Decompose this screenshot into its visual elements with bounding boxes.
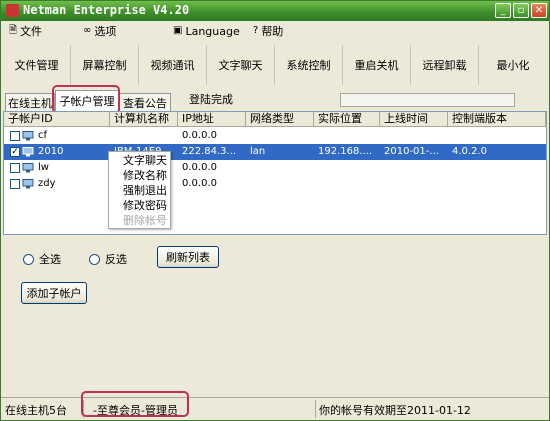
tab-online-hosts[interactable]: 在线主机 [5,93,55,111]
col-sub-id[interactable]: 子帐户ID [4,112,110,127]
menu-language-label: Language [185,24,240,38]
minimize-app-button[interactable]: 最小化 [479,45,547,85]
computer-icon [22,163,34,173]
select-all-label: 全选 [39,253,61,266]
sub-account-table: 子帐户ID 计算机名称 IP地址 网络类型 实际位置 上线时间 控制端版本 cf… [3,111,547,235]
col-computer-name[interactable]: 计算机名称 [110,112,178,127]
text-chat-button[interactable]: 文字聊天 [207,45,275,85]
cell-network-type: lan [250,146,266,157]
restore-button[interactable]: ▫ [513,3,529,18]
menu-bar: 🗎 文件 ∞ 选项 ▣ Language ? 帮助 [1,21,549,41]
highlight-box-tab [52,85,120,114]
ctx-rename[interactable]: 修改名称 [109,168,170,183]
radio-circle [23,253,34,265]
table-header: 子帐户ID 计算机名称 IP地址 网络类型 实际位置 上线时间 控制端版本 [4,112,546,127]
table-row[interactable]: zdy 0.0.0.0 [4,176,546,192]
col-client-version[interactable]: 控制端版本 [448,112,546,127]
menu-options-label: 选项 [94,25,117,38]
account-expiry: 你的帐号有效期至2011-01-12 [319,404,471,417]
cell-ip: 0.0.0.0 [182,162,217,173]
menu-language[interactable]: ▣ Language [173,23,240,39]
tab-announcements[interactable]: 查看公告 [119,93,171,111]
cell-client-version: 4.0.2.0 [452,146,487,157]
row-checkbox[interactable]: ✓ [10,147,20,157]
login-status: 登陆完成 [189,93,233,106]
ctx-change-password[interactable]: 修改密码 [109,198,170,213]
help-icon: ? [253,25,259,36]
ctx-delete-account: 删除帐号 [123,214,167,227]
screen-control-button[interactable]: 屏幕控制 [71,45,139,85]
row-checkbox[interactable] [10,163,20,173]
app-icon [6,4,19,17]
row-checkbox[interactable] [10,131,20,141]
minimize-button[interactable]: _ [495,3,511,18]
ctx-text-chat[interactable]: 文字聊天 [109,153,170,168]
system-control-button[interactable]: 系统控制 [275,45,343,85]
computer-icon [22,179,34,189]
menu-help-label: 帮助 [261,25,284,38]
glasses-icon: ∞ [83,25,92,36]
progress-bar [340,93,515,107]
cell-ip: 0.0.0.0 [182,130,217,141]
status-divider [315,400,316,418]
menu-file[interactable]: 🗎 文件 [9,23,42,39]
remote-uninstall-button[interactable]: 远程卸载 [411,45,479,85]
cell-ip: 0.0.0.0 [182,178,217,189]
table-row[interactable]: ✓ 2010 IBM-14E9... 222.84.3... lan 192.1… [4,144,546,160]
cell-online-time: 2010-01-... [384,146,439,157]
row-checkbox[interactable] [10,179,20,189]
refresh-list-button[interactable]: 刷新列表 [157,246,219,268]
invert-selection-radio[interactable]: 反选 [89,251,127,267]
invert-label: 反选 [105,253,127,266]
col-online-time[interactable]: 上线时间 [380,112,448,127]
col-network-type[interactable]: 网络类型 [246,112,314,127]
select-all-radio[interactable]: 全选 [23,251,61,267]
document-icon: 🗎 [9,25,18,36]
toolbar: 文件管理 屏幕控制 视频通讯 文字聊天 系统控制 重启关机 远程卸载 最小化 [3,45,547,85]
window-title: Netman Enterprise V4.20 [23,3,190,17]
cell-location: 192.168.... [318,146,373,157]
computer-icon [22,131,34,141]
menu-file-label: 文件 [20,25,43,38]
add-sub-account-button[interactable]: 添加子帐户 [21,282,87,304]
restart-shutdown-button[interactable]: 重启关机 [343,45,411,85]
main-window: Netman Enterprise V4.20 _ ▫ ✕ 🗎 文件 ∞ 选项 … [0,0,550,421]
close-button[interactable]: ✕ [531,3,547,18]
ctx-force-logout[interactable]: 强制退出 [109,183,170,198]
col-location[interactable]: 实际位置 [314,112,380,127]
col-ip[interactable]: IP地址 [178,112,246,127]
online-hosts-count: 在线主机5台 [5,404,67,417]
cell-id: zdy [38,178,56,189]
context-menu: 文字聊天 修改名称 强制退出 修改密码 删除帐号 [108,151,171,229]
menu-help[interactable]: ? 帮助 [253,23,283,39]
language-icon: ▣ [173,25,183,36]
cell-id: 2010 [38,146,64,157]
file-manager-button[interactable]: 文件管理 [3,45,71,85]
title-bar[interactable]: Netman Enterprise V4.20 _ ▫ ✕ [1,1,549,21]
video-chat-button[interactable]: 视频通讯 [139,45,207,85]
menu-options[interactable]: ∞ 选项 [83,23,116,39]
computer-icon [22,147,34,157]
highlight-box-role [81,391,189,417]
cell-ip: 222.84.3... [182,146,237,157]
cell-id: cf [38,130,48,141]
table-row[interactable]: cf 0.0.0.0 [4,128,546,144]
table-row[interactable]: lw 0.0.0.0 [4,160,546,176]
cell-id: lw [38,162,49,173]
radio-circle [89,253,100,265]
